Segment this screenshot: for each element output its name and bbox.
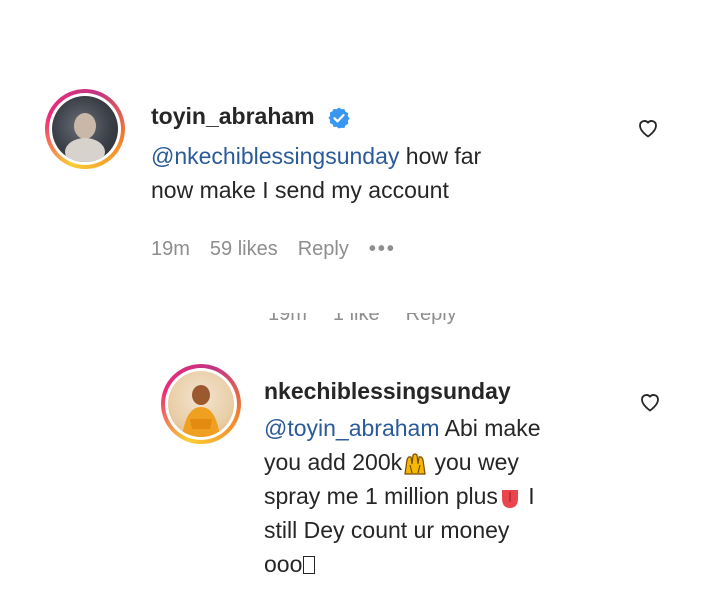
like-count[interactable]: 59 likes [210,238,278,261]
comment-meta: 19m 59 likes Reply ••• [151,238,396,261]
verified-badge-icon [328,107,350,129]
missing-glyph-icon [303,556,316,574]
avatar-toyin[interactable] [45,89,125,169]
username-text[interactable]: nkechiblessingsunday [264,378,511,404]
like-heart-icon[interactable] [638,390,662,414]
like-heart-icon[interactable] [636,116,660,140]
avatar-photo [52,96,118,162]
clipped-reply-meta: 19m 1 like Reply [268,313,457,325]
reply-username[interactable]: nkechiblessingsunday [264,378,511,405]
comment-time[interactable]: 19m [151,238,190,261]
tongue-icon [501,489,518,508]
username-text[interactable]: toyin_abraham [151,103,315,129]
avatar-nkechi[interactable] [161,364,241,444]
comment-text: @nkechiblessingsunday how far now make I… [151,143,482,203]
avatar-photo [168,371,234,437]
more-options-icon[interactable]: ••• [369,238,396,261]
mention-link[interactable]: @nkechiblessingsunday [151,143,399,169]
reply-button[interactable]: Reply [298,238,349,261]
comment-username[interactable]: toyin_abraham [151,103,351,130]
raised-hands-icon [404,453,426,475]
mention-link[interactable]: @toyin_abraham [264,415,440,441]
reply-text: @toyin_abraham Abi make you add 200k you… [264,415,541,577]
